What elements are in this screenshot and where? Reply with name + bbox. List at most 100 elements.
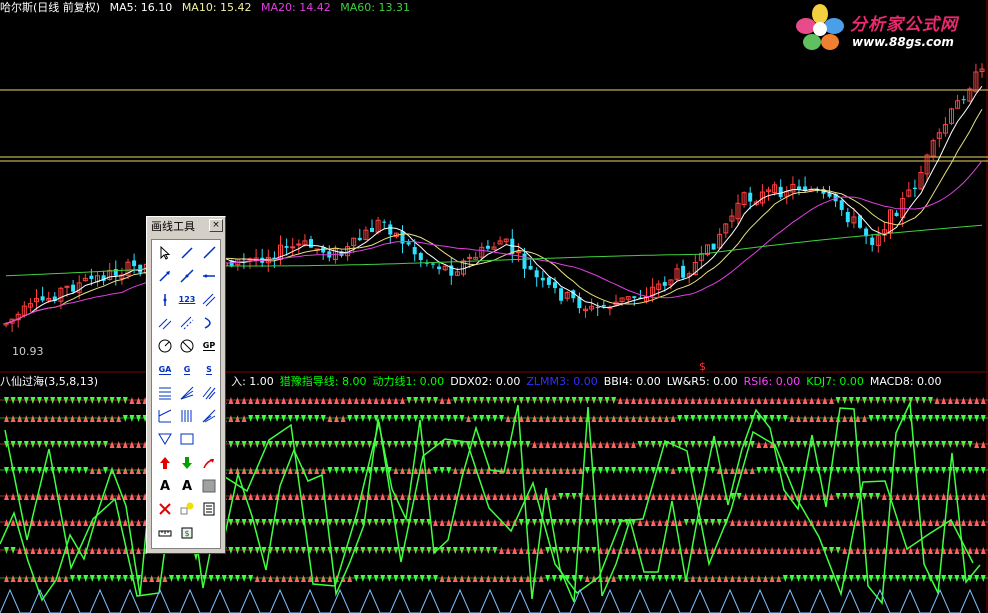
stock-chart-window: 哈尔斯(日线 前复权) MA5: 16.10 MA10: 15.42 MA20:… [0, 0, 988, 613]
tool-vertical-line-icon[interactable] [155, 290, 175, 310]
text-icon-label: A [159, 478, 171, 494]
tool-line-segment-icon[interactable] [177, 243, 197, 263]
tool-triangle-icon[interactable] [155, 429, 175, 449]
tool-arrow-line-icon[interactable] [155, 266, 175, 286]
candle-down [632, 296, 637, 299]
tool-delete-icon[interactable] [155, 499, 175, 519]
candle-down [309, 239, 313, 248]
circle-icon [158, 339, 172, 353]
ma5-value: MA5: 16.10 [109, 1, 173, 14]
trend-channel-icon [159, 387, 171, 400]
parallel-lines-icon [158, 318, 172, 330]
tool-fib-time-zones-icon[interactable] [155, 406, 175, 426]
indicator-value-5: BBI4: 0.00 [603, 375, 661, 388]
down-arrow-icon [182, 456, 192, 469]
tool-parallel-lines-icon[interactable] [155, 313, 175, 333]
gp-icon-label: GP [202, 341, 216, 352]
indicator-value-7: RSI6: 0.00 [743, 375, 801, 388]
tool-gann-fan-icon[interactable]: G [177, 360, 197, 380]
svg-text:$: $ [184, 529, 189, 538]
fib-fan-icon [202, 409, 216, 423]
candle-down [89, 275, 94, 279]
chart-header: 哈尔斯(日线 前复权) MA5: 16.10 MA10: 15.42 MA20:… [0, 0, 416, 16]
tool-price-label-icon[interactable]: 123 [177, 290, 197, 310]
tool-ray-icon[interactable] [199, 243, 219, 263]
tool-fibonacci-icon[interactable]: S [199, 360, 219, 380]
tool-pointer-icon[interactable] [155, 243, 175, 263]
tool-ruler-icon[interactable] [155, 523, 175, 543]
indicator-values: 入: 1.00 猎豫指导线: 8.00 动力线1: 0.00 DDX02: 0.00 Z… [231, 375, 947, 388]
ma60-value: MA60: 13.31 [340, 1, 410, 14]
arc-icon [204, 317, 211, 329]
tool-text-icon[interactable]: A [155, 476, 175, 496]
bottom-wave [0, 588, 981, 613]
tool-gp-icon[interactable]: GP [199, 336, 219, 356]
tool-horizontal-ray-icon[interactable] [199, 266, 219, 286]
indicator-name: 八仙过海(3,5,8,13) [0, 375, 99, 388]
candle-down [528, 265, 533, 270]
candle-down [845, 211, 850, 223]
candle-down [778, 186, 783, 198]
horizontal-ray-icon [203, 274, 215, 278]
toolbox-grid: 123 GP GA G S A A $ [151, 239, 221, 549]
fibonacci-icon-label: S [206, 364, 212, 375]
drawing-toolbox[interactable]: 画线工具 × 123 GP GA G S A A $ [146, 216, 226, 554]
tool-gann-angle-icon[interactable]: GA [155, 360, 175, 380]
tool-parallel-channel-icon[interactable] [199, 290, 219, 310]
triangle-icon [158, 433, 172, 446]
candle-down [113, 269, 118, 276]
line-segment-icon [181, 247, 193, 259]
text-alt-icon-label: A [181, 478, 193, 494]
tool-list-icon[interactable] [199, 499, 219, 519]
toolbox-close-button[interactable]: × [209, 219, 223, 232]
tool-dollar-tool-icon[interactable]: $ [177, 523, 197, 543]
candle-down [388, 224, 393, 235]
flower-logo-icon [796, 4, 844, 50]
tool-curved-arrow-icon[interactable] [199, 453, 219, 473]
candle-down [912, 187, 917, 190]
candle-down [546, 277, 551, 285]
tool-circle-icon[interactable] [155, 336, 175, 356]
tool-fib-fan-icon[interactable] [199, 406, 219, 426]
tool-gann-grid-icon[interactable] [199, 383, 219, 403]
tool-down-arrow-icon[interactable] [177, 453, 197, 473]
indicator-value-6: LW&R5: 0.00 [666, 375, 738, 388]
pointer-icon [160, 245, 171, 260]
delete-icon [159, 503, 171, 516]
candle-down [601, 304, 606, 307]
candle-down [382, 221, 387, 223]
candle-down [406, 242, 411, 245]
candle-down [961, 99, 966, 101]
logo-name: 分析家公式网 [850, 15, 958, 35]
candle-down [370, 227, 374, 232]
tool-linear-regression-icon[interactable] [177, 313, 197, 333]
indicator-bar: 八仙过海(3,5,8,13) 入: 1.00 猎豫指导线: 8.00 动力线1: 0… [0, 374, 954, 390]
candle-down [418, 253, 423, 260]
color-picker-icon [180, 502, 194, 515]
tool-speed-lines-icon[interactable] [177, 383, 197, 403]
tool-trend-channel-icon[interactable] [155, 383, 175, 403]
tool-extended-line-icon[interactable] [177, 266, 197, 286]
candle-down [138, 264, 143, 273]
candle-down [797, 186, 801, 190]
up-arrow-icon [160, 456, 170, 469]
candle-down [540, 277, 545, 281]
tool-arc-icon[interactable] [199, 313, 219, 333]
candle-down [748, 192, 753, 202]
no-entry-icon [180, 339, 194, 353]
tool-cycle-lines-icon[interactable] [177, 406, 197, 426]
candle-down [870, 237, 875, 245]
price-label-icon-label: 123 [178, 295, 196, 305]
tool-rectangle-icon[interactable] [177, 429, 197, 449]
tool-text-alt-icon[interactable]: A [177, 476, 197, 496]
tool-gray-box-icon[interactable] [199, 476, 219, 496]
tool-no-entry-icon[interactable] [177, 336, 197, 356]
cycle-lines-icon [181, 410, 192, 423]
candle-down [534, 270, 539, 278]
candle-down [357, 237, 362, 241]
tool-up-arrow-icon[interactable] [155, 453, 175, 473]
indicator-value-3: DDX02: 0.00 [450, 375, 521, 388]
candle-down [595, 307, 600, 309]
fib-time-zones-icon [158, 409, 172, 423]
tool-color-picker-icon[interactable] [177, 499, 197, 519]
